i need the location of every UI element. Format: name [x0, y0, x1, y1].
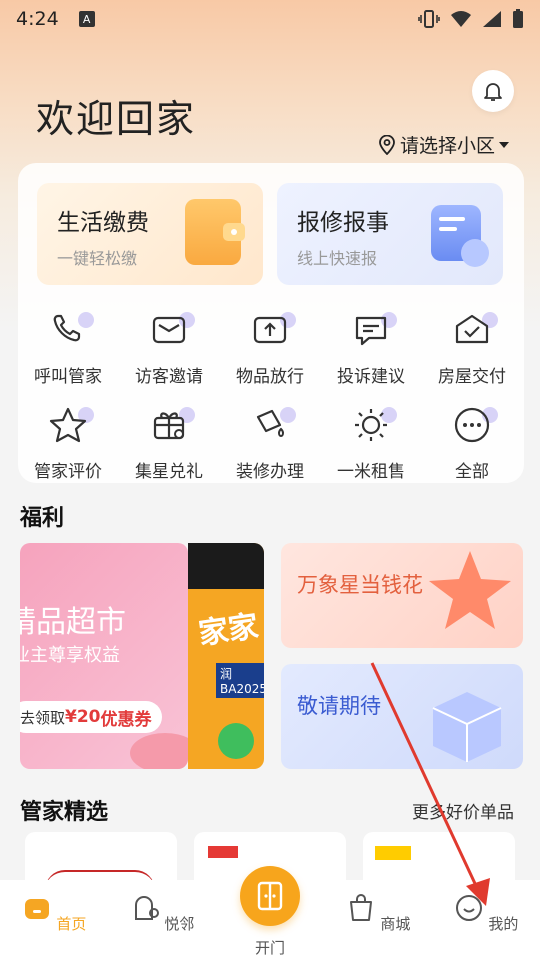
star-icon [46, 403, 94, 447]
door-icon [257, 881, 283, 911]
notification-a-icon: A [78, 11, 95, 27]
home-icon [24, 899, 49, 919]
promo-coming-title: 敬请期待 [297, 694, 381, 718]
promo-supermarket[interactable]: 精品超市 业主尊享权益 去领取 ¥20 优惠券 [20, 543, 188, 769]
service-label: 房屋交付 [438, 367, 506, 387]
service-label: 集星兑礼 [135, 462, 203, 482]
mail-icon [147, 308, 195, 352]
community-selector[interactable]: 请选择小区 [378, 131, 510, 158]
gift-icon [147, 403, 195, 447]
service-item[interactable]: 投诉建议 [321, 308, 421, 387]
picks-more-link[interactable]: 更多好价单品 [412, 798, 514, 823]
upload-icon [248, 308, 296, 352]
service-item[interactable]: 全部 [422, 403, 522, 482]
mascot-image [218, 723, 254, 759]
caret-down-icon [499, 141, 510, 148]
promo-supermarket-sub: 业主尊享权益 [20, 645, 120, 666]
coupon-amount: ¥20 [65, 707, 101, 727]
more-icon [450, 403, 498, 447]
open-door-label: 开门 [254, 939, 285, 957]
promo-basketball-title: 家家 [196, 608, 261, 652]
community-label: 请选择小区 [400, 135, 496, 157]
service-label: 全部 [455, 462, 489, 482]
service-label: 一米租售 [337, 462, 405, 482]
wifi-icon [451, 11, 471, 27]
coupon-post: 优惠券 [100, 709, 152, 730]
house-check-icon [450, 308, 498, 352]
notification-button[interactable] [472, 70, 514, 112]
promo-stars-as-cash[interactable]: 万象星当钱花 [281, 543, 523, 648]
signal-icon [483, 11, 501, 27]
nav-neighbor[interactable]: 悦邻 [122, 893, 202, 934]
nav-mall-label: 商城 [380, 915, 411, 933]
service-item[interactable]: 房屋交付 [422, 308, 522, 387]
welfare-title: 福利 [20, 506, 65, 531]
service-item[interactable]: 一米租售 [321, 403, 421, 482]
star-coin-icon [429, 551, 511, 629]
vibrate-icon [418, 10, 440, 28]
service-label: 呼叫管家 [34, 367, 102, 387]
open-door-button[interactable] [240, 866, 300, 926]
service-item[interactable]: 装修办理 [220, 403, 320, 482]
sun-icon [349, 403, 397, 447]
nav-home[interactable]: 首页 [14, 893, 94, 934]
status-time: 4:24 [16, 8, 59, 30]
service-label: 访客邀请 [135, 367, 203, 387]
service-item[interactable]: 呼叫管家 [18, 308, 118, 387]
service-label: 管家评价 [34, 462, 102, 482]
promo-coming-soon[interactable]: 敬请期待 [281, 664, 523, 769]
nav-mall[interactable]: 商城 [338, 893, 418, 934]
neighbor-icon [134, 896, 159, 920]
service-item[interactable]: 管家评价 [18, 403, 118, 482]
paint-icon [248, 403, 296, 447]
service-item[interactable]: 物品放行 [220, 308, 320, 387]
phone-icon [46, 308, 94, 352]
repair-wrench-icon [431, 205, 489, 267]
profile-icon [455, 895, 482, 921]
service-label: 装修办理 [236, 462, 304, 482]
service-item[interactable]: 集星兑礼 [119, 403, 219, 482]
page-title: 欢迎回家 [36, 97, 197, 141]
picks-title: 管家精选 [20, 800, 109, 825]
wallet-icon [185, 199, 245, 265]
service-label: 物品放行 [236, 367, 304, 387]
promo-basketball[interactable]: 家家 润BA2025 [188, 543, 264, 769]
repair-report-card[interactable]: 报修报事 线上快速报 [277, 183, 503, 285]
nav-mine[interactable]: 我的 [446, 893, 526, 934]
promo-supermarket-title: 精品超市 [20, 605, 126, 640]
nav-mine-label: 我的 [488, 915, 519, 933]
promo-basketball-sub: 润BA2025 [216, 663, 264, 698]
promo-stars-title: 万象星当钱花 [297, 573, 423, 597]
life-payment-card[interactable]: 生活缴费 一键轻松缴 [37, 183, 263, 285]
nav-neighbor-label: 悦邻 [164, 915, 195, 933]
coupon-badge[interactable]: 去领取 ¥20 优惠券 [20, 701, 162, 733]
shrimp-image [130, 733, 188, 769]
nav-home-label: 首页 [56, 915, 87, 933]
status-bar: 4:24 A [0, 0, 540, 38]
coupon-pre: 去领取 [20, 708, 66, 727]
service-label: 投诉建议 [337, 367, 405, 387]
mystery-box-icon [432, 692, 502, 762]
location-pin-icon [379, 134, 395, 155]
battery-icon [513, 9, 523, 28]
shopping-bag-icon [349, 894, 372, 921]
chat-icon [349, 308, 397, 352]
bell-icon [484, 83, 502, 101]
service-item[interactable]: 访客邀请 [119, 308, 219, 387]
